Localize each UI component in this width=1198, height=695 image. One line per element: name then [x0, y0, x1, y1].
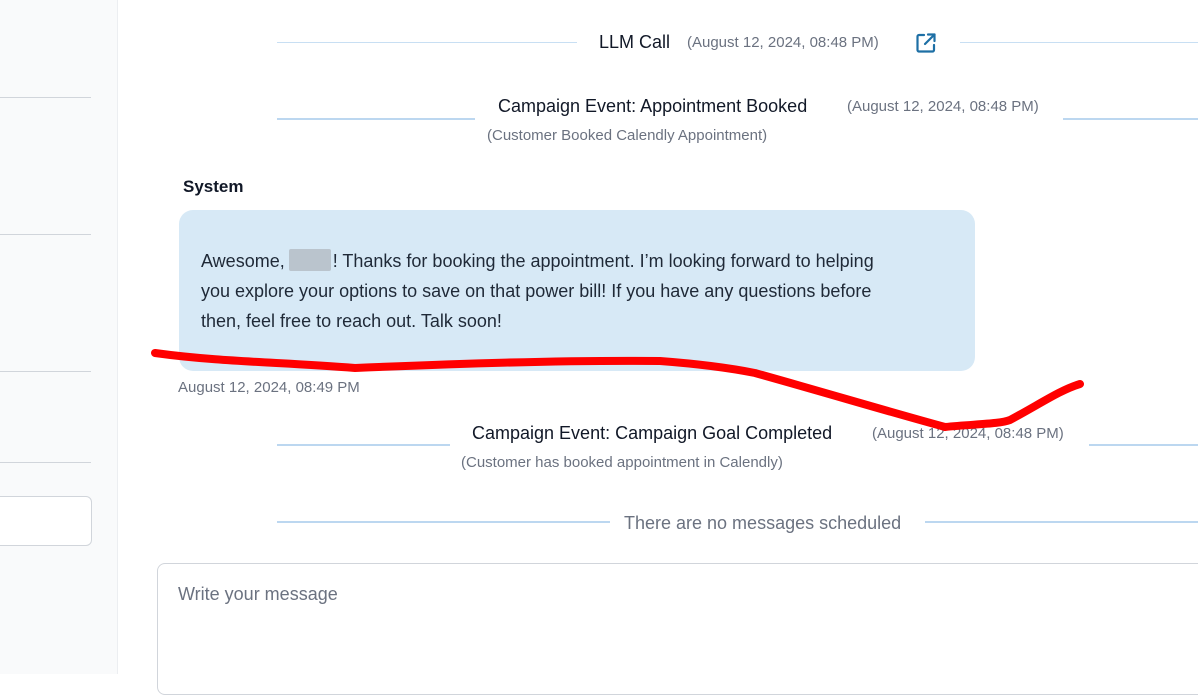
event-divider-left [277, 42, 577, 43]
sidebar-divider [0, 97, 91, 98]
appointment-booked-subtitle: (Customer Booked Calendly Appointment) [487, 127, 768, 144]
appointment-booked-title: Campaign Event: Appointment Booked [498, 96, 808, 116]
message-input[interactable] [178, 584, 1078, 605]
message-text: Awesome, [201, 251, 285, 271]
sidebar-divider [0, 462, 91, 463]
message-composer[interactable] [157, 563, 1198, 695]
event-divider-left [277, 444, 450, 446]
message-text: ! Thanks for booking the appointment. I’… [332, 251, 874, 271]
event-divider-right [960, 42, 1198, 43]
scheduled-divider-right [925, 521, 1198, 523]
message-bubble: Awesome, ! Thanks for booking the appoint… [179, 210, 975, 371]
sidebar-input-field[interactable] [0, 496, 92, 546]
sidebar-divider [0, 234, 91, 235]
message-line: then, feel free to reach out. Talk soon! [201, 311, 502, 331]
external-link-icon[interactable] [914, 31, 938, 55]
goal-completed-title: Campaign Event: Campaign Goal Completed [472, 423, 833, 443]
no-scheduled-messages-text: There are no messages scheduled [624, 513, 902, 533]
message-body: Awesome, ! Thanks for booking the appoint… [201, 246, 961, 336]
left-sidebar-panel [0, 0, 118, 674]
appointment-booked-timestamp: (August 12, 2024, 08:48 PM) [847, 98, 1039, 115]
goal-completed-timestamp: (August 12, 2024, 08:48 PM) [872, 425, 1064, 442]
redacted-name-placeholder [288, 249, 331, 271]
message-line: Awesome, ! Thanks for booking the appoint… [201, 246, 961, 276]
goal-completed-subtitle: (Customer has booked appointment in Cale… [461, 454, 783, 471]
message-timestamp: August 12, 2024, 08:49 PM [178, 379, 360, 396]
llm-call-title: LLM Call [599, 32, 671, 52]
message-line: you explore your options to save on that… [201, 281, 872, 301]
scheduled-divider-left [277, 521, 610, 523]
sidebar-divider [0, 371, 91, 372]
message-sender-name: System [183, 177, 244, 196]
event-divider-right [1063, 118, 1198, 120]
event-divider-right [1089, 444, 1198, 446]
event-divider-left [277, 118, 475, 120]
llm-call-timestamp: (August 12, 2024, 08:48 PM) [687, 34, 879, 51]
